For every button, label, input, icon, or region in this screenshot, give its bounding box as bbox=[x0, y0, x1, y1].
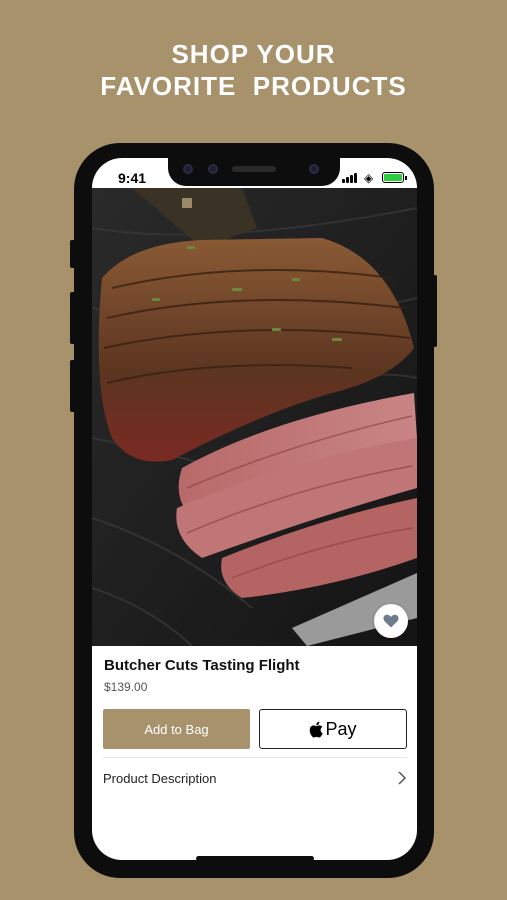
battery-icon bbox=[382, 172, 407, 183]
phone-volume-up bbox=[70, 292, 76, 344]
apple-pay-button[interactable]: Pay bbox=[259, 709, 407, 749]
promo-headline: SHOP YOUR FAVORITE PRODUCTS bbox=[0, 38, 507, 102]
product-price: $139.00 bbox=[104, 680, 148, 694]
apple-pay-label: Pay bbox=[325, 718, 357, 739]
phone-mute-switch bbox=[70, 240, 76, 268]
product-description-label: Product Description bbox=[103, 770, 217, 786]
product-image bbox=[92, 188, 417, 646]
front-camera bbox=[183, 164, 193, 174]
status-icons: ◈ bbox=[342, 171, 407, 185]
heart-icon bbox=[383, 614, 399, 628]
earpiece-speaker bbox=[232, 166, 276, 172]
wifi-icon: ◈ bbox=[364, 171, 374, 185]
phone-power-button bbox=[431, 275, 437, 347]
promo-headline-line1: SHOP YOUR bbox=[171, 39, 336, 69]
apple-icon bbox=[310, 721, 324, 737]
home-indicator bbox=[196, 856, 314, 861]
add-to-bag-button[interactable]: Add to Bag bbox=[103, 709, 250, 749]
promo-headline-line2: FAVORITE PRODUCTS bbox=[100, 71, 407, 101]
phone-volume-down bbox=[70, 360, 76, 412]
product-description-row[interactable]: Product Description bbox=[103, 764, 407, 792]
status-time: 9:41 bbox=[118, 170, 147, 186]
favorite-button[interactable] bbox=[374, 604, 408, 638]
product-title: Butcher Cuts Tasting Flight bbox=[104, 657, 300, 674]
steak-illustration bbox=[92, 188, 417, 646]
chevron-right-icon bbox=[398, 771, 407, 785]
face-id-sensor bbox=[208, 164, 218, 174]
ambient-sensor bbox=[309, 164, 319, 174]
divider bbox=[103, 757, 407, 758]
